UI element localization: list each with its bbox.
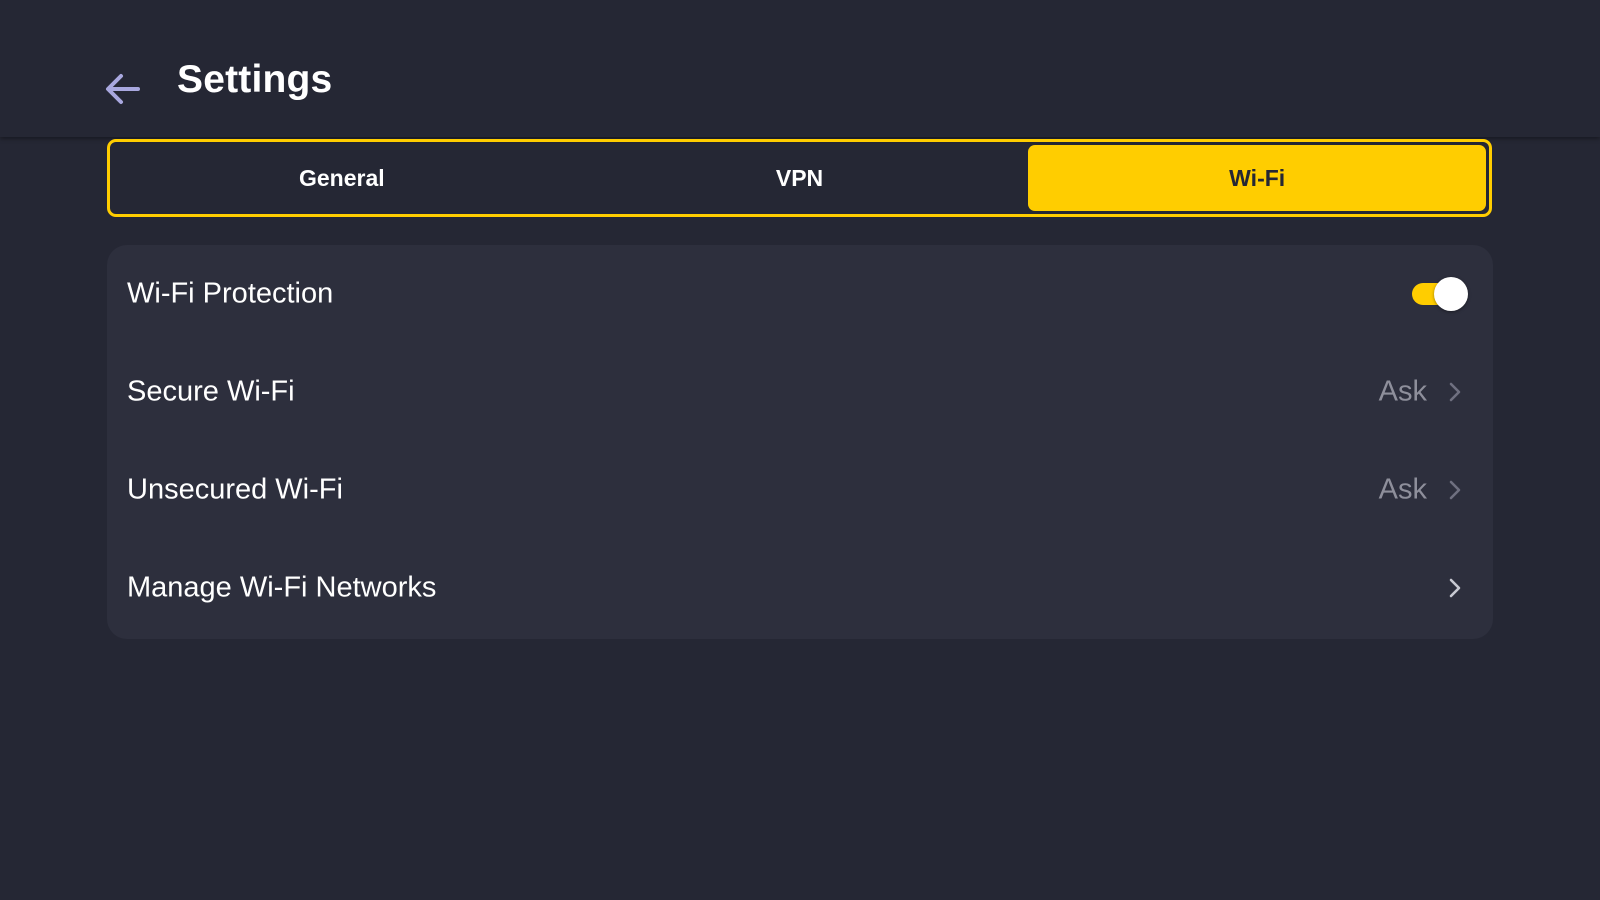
- page-title: Settings: [177, 58, 333, 101]
- chevron-right-icon: [1445, 576, 1465, 600]
- wifi-protection-row[interactable]: Wi-Fi Protection: [107, 245, 1493, 343]
- back-button[interactable]: [96, 62, 148, 114]
- unsecured-wifi-value: Ask: [1378, 473, 1427, 506]
- manage-wifi-networks-row[interactable]: Manage Wi-Fi Networks: [107, 539, 1493, 637]
- wifi-protection-label: Wi-Fi Protection: [127, 277, 334, 310]
- secure-wifi-label: Secure Wi-Fi: [127, 375, 295, 408]
- tab-vpn[interactable]: VPN: [571, 145, 1029, 211]
- settings-tabs: General VPN Wi-Fi: [107, 139, 1492, 217]
- wifi-protection-toggle[interactable]: [1410, 276, 1468, 312]
- tab-wifi[interactable]: Wi-Fi: [1028, 145, 1487, 211]
- arrow-left-icon: [106, 74, 140, 104]
- chevron-right-icon: [1445, 478, 1465, 502]
- manage-wifi-networks-label: Manage Wi-Fi Networks: [127, 571, 437, 604]
- wifi-settings-panel: Wi-Fi Protection Secure Wi-Fi Ask Unsecu…: [107, 245, 1493, 639]
- chevron-right-icon: [1445, 380, 1465, 404]
- unsecured-wifi-label: Unsecured Wi-Fi: [127, 473, 343, 506]
- secure-wifi-row[interactable]: Secure Wi-Fi Ask: [107, 343, 1493, 441]
- toggle-knob: [1434, 277, 1468, 311]
- secure-wifi-value: Ask: [1378, 375, 1427, 408]
- unsecured-wifi-row[interactable]: Unsecured Wi-Fi Ask: [107, 441, 1493, 539]
- app-header: Settings: [0, 0, 1600, 137]
- tab-general[interactable]: General: [113, 145, 571, 211]
